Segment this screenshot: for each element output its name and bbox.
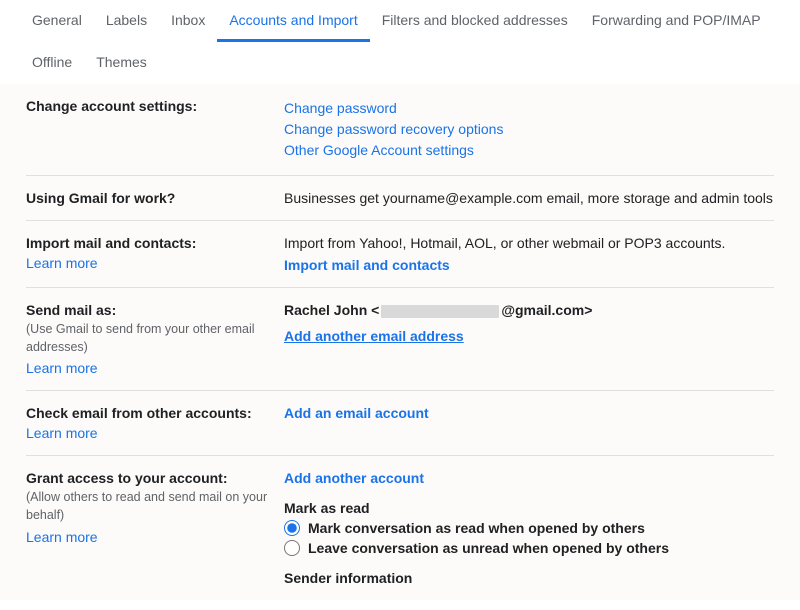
- send-mail-as-learn-more[interactable]: Learn more: [26, 360, 272, 376]
- check-email-learn-more[interactable]: Learn more: [26, 425, 272, 441]
- tab-accounts-and-import[interactable]: Accounts and Import: [217, 0, 369, 42]
- tab-offline[interactable]: Offline: [20, 42, 84, 84]
- mark-as-read-heading: Mark as read: [284, 500, 774, 516]
- grant-access-learn-more[interactable]: Learn more: [26, 529, 272, 545]
- radio-mark-as-read-label: Mark conversation as read when opened by…: [308, 520, 645, 536]
- radio-leave-unread[interactable]: [284, 540, 300, 556]
- link-change-password[interactable]: Change password: [284, 98, 774, 119]
- section-import-mail: Import mail and contacts: Learn more Imp…: [26, 221, 774, 288]
- section-change-account: Change account settings: Change password…: [26, 84, 774, 176]
- change-account-title: Change account settings:: [26, 98, 197, 114]
- section-send-mail-as: Send mail as: (Use Gmail to send from yo…: [26, 288, 774, 391]
- gmail-work-desc: Businesses get yourname@example.com emai…: [284, 190, 774, 206]
- tab-labels[interactable]: Labels: [94, 0, 159, 42]
- import-mail-desc: Import from Yahoo!, Hotmail, AOL, or oth…: [284, 235, 774, 251]
- tab-general[interactable]: General: [20, 0, 94, 42]
- tab-filters[interactable]: Filters and blocked addresses: [370, 0, 580, 42]
- radio-leave-unread-label: Leave conversation as unread when opened…: [308, 540, 669, 556]
- send-mail-as-subtitle: (Use Gmail to send from your other email…: [26, 320, 272, 356]
- tab-inbox[interactable]: Inbox: [159, 0, 217, 42]
- link-add-another-account[interactable]: Add another account: [284, 470, 424, 486]
- section-grant-access: Grant access to your account: (Allow oth…: [26, 456, 774, 600]
- import-mail-learn-more[interactable]: Learn more: [26, 255, 272, 271]
- sender-information-heading: Sender information: [284, 570, 774, 586]
- radio-mark-as-read[interactable]: [284, 520, 300, 536]
- grant-access-title: Grant access to your account:: [26, 470, 228, 486]
- tab-forwarding[interactable]: Forwarding and POP/IMAP: [580, 0, 773, 42]
- section-check-email: Check email from other accounts: Learn m…: [26, 391, 774, 456]
- grant-access-subtitle: (Allow others to read and send mail on y…: [26, 488, 272, 524]
- link-add-email-account[interactable]: Add an email account: [284, 405, 429, 421]
- link-other-google-settings[interactable]: Other Google Account settings: [284, 140, 774, 161]
- settings-tabs-row1: General Labels Inbox Accounts and Import…: [0, 0, 800, 42]
- settings-content: Change account settings: Change password…: [0, 84, 800, 600]
- send-mail-as-title: Send mail as:: [26, 302, 116, 318]
- link-password-recovery[interactable]: Change password recovery options: [284, 119, 774, 140]
- import-mail-title: Import mail and contacts:: [26, 235, 196, 251]
- send-mail-as-identity: Rachel John <@gmail.com>: [284, 302, 774, 318]
- link-add-another-email[interactable]: Add another email address: [284, 328, 464, 344]
- section-gmail-work: Using Gmail for work? Businesses get you…: [26, 176, 774, 221]
- tab-themes[interactable]: Themes: [84, 42, 159, 84]
- settings-tabs-row2: Offline Themes: [0, 42, 800, 84]
- gmail-work-title: Using Gmail for work?: [26, 190, 175, 206]
- link-import-mail-contacts[interactable]: Import mail and contacts: [284, 257, 450, 273]
- redacted-email: [381, 305, 499, 318]
- check-email-title: Check email from other accounts:: [26, 405, 252, 421]
